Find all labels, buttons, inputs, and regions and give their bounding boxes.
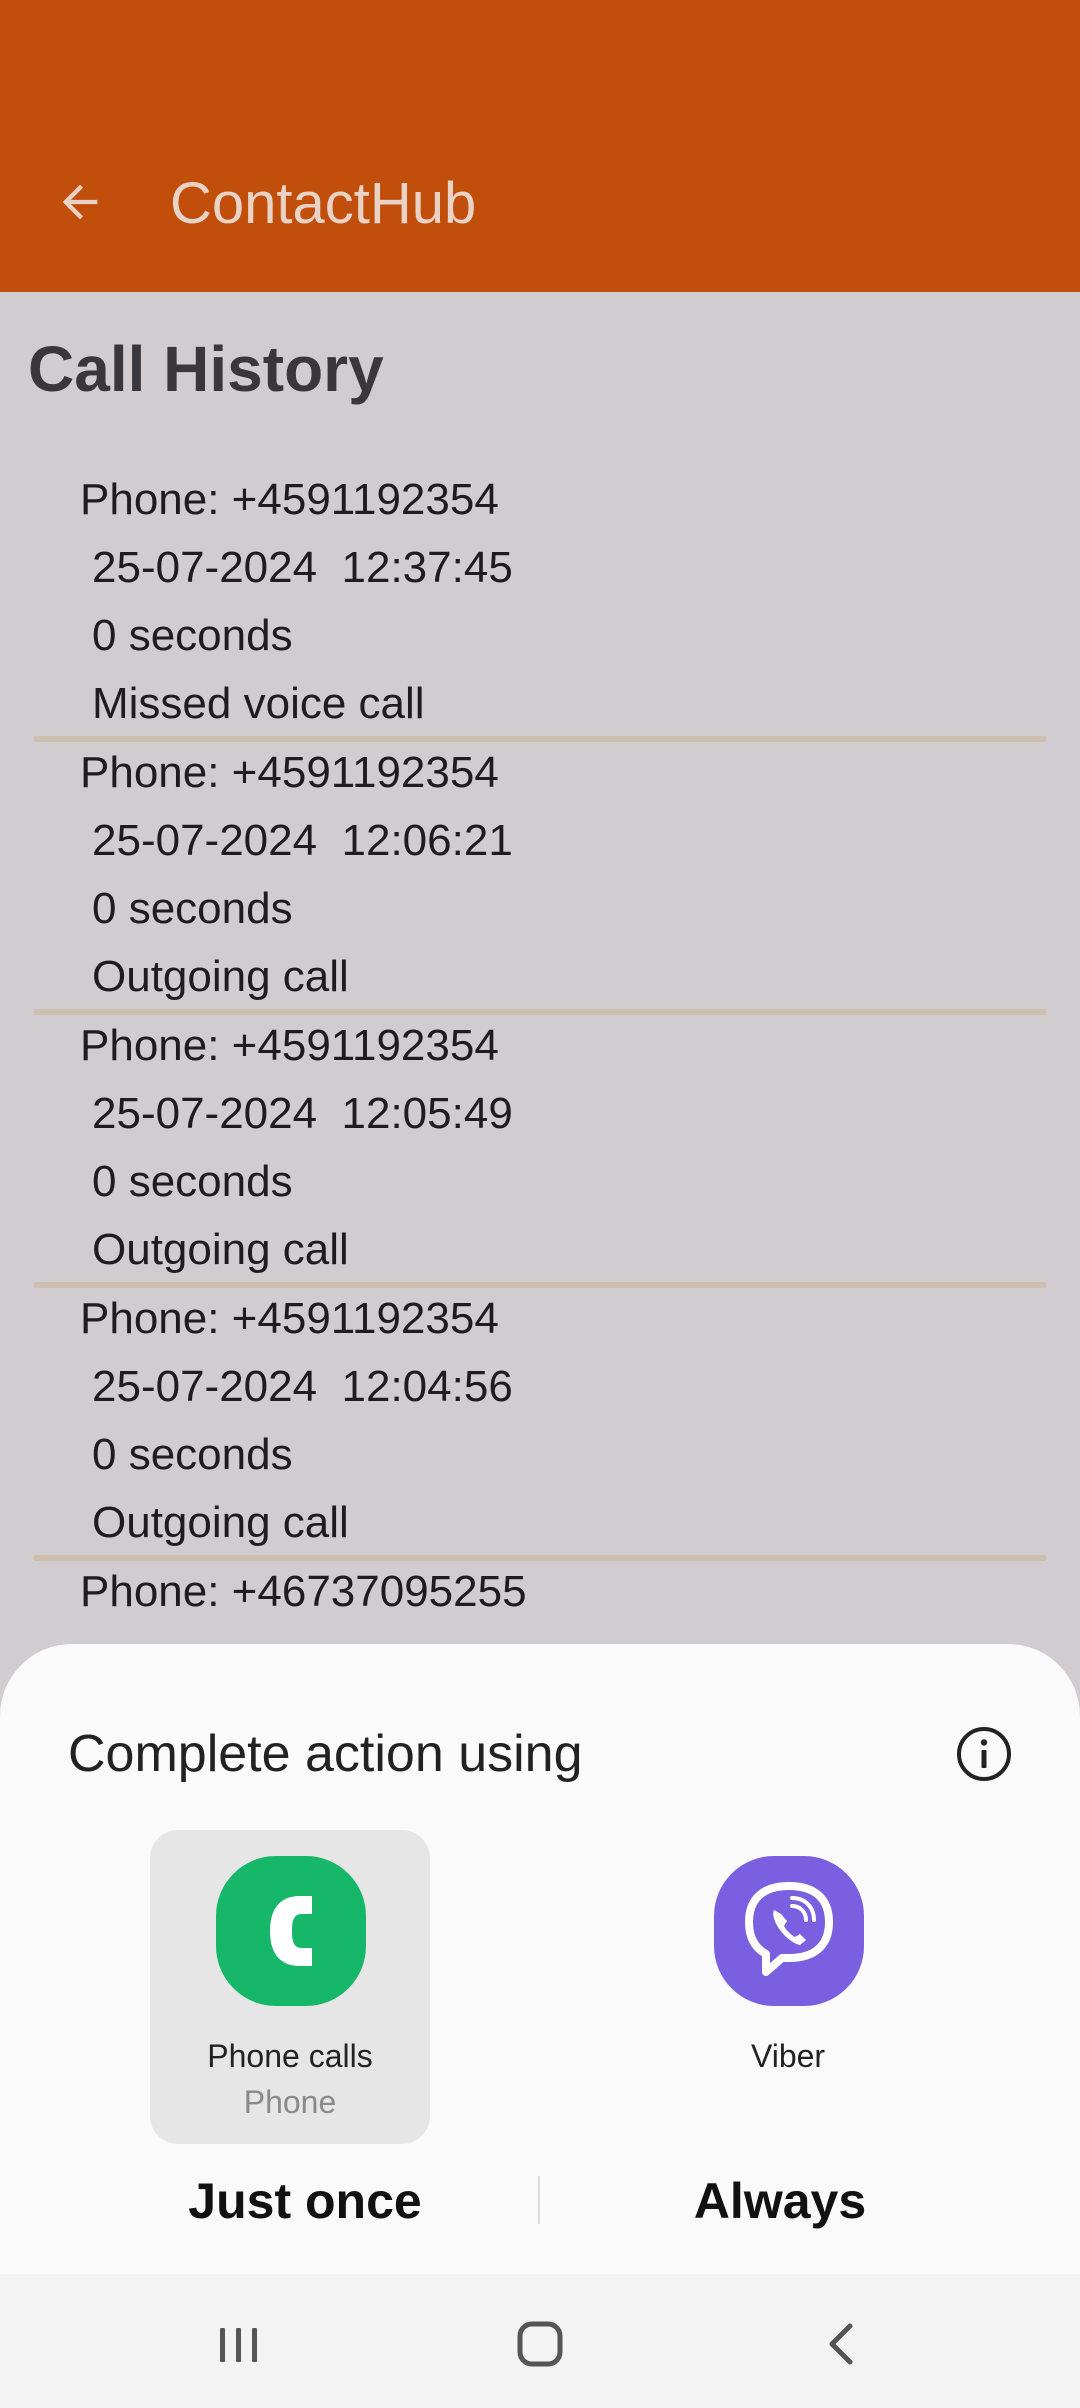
app-option-phone-calls[interactable]: Phone calls Phone: [150, 1830, 430, 2144]
call-phone: Phone: +4591192354: [80, 1294, 499, 1343]
chooser-sheet: Complete action using Phone calls Phone …: [0, 1644, 1080, 2274]
info-button[interactable]: [954, 1724, 1014, 1784]
app-name: Viber: [750, 2038, 826, 2074]
call-entry[interactable]: Phone: +4591192354 25-07-2024 12:05:49 0…: [34, 1018, 1046, 1291]
call-entry[interactable]: Phone: +4591192354 25-07-2024 12:37:45 0…: [34, 472, 1046, 745]
call-datetime: 25-07-2024 12:05:49: [92, 1089, 513, 1138]
viber-icon: [714, 1856, 864, 2006]
call-datetime: 25-07-2024 12:06:21: [92, 816, 513, 865]
page-title: Call History: [28, 333, 384, 405]
call-entry[interactable]: Phone: +4591192354 25-07-2024 12:06:21 0…: [34, 745, 1046, 1018]
call-duration: 0 seconds: [92, 884, 293, 933]
call-datetime: 25-07-2024 12:37:45: [92, 543, 513, 592]
back-icon: [829, 2323, 853, 2365]
divider: [34, 1555, 1046, 1561]
app-title: ContactHub: [170, 171, 477, 236]
app-bar: ContactHub: [0, 0, 1080, 292]
call-type: Outgoing call: [92, 1498, 349, 1547]
recents-button[interactable]: [198, 2304, 278, 2384]
call-phone: Phone: +4591192354: [80, 1021, 499, 1070]
system-nav-bar: [0, 2274, 1080, 2408]
call-list[interactable]: Phone: +4591192354 25-07-2024 12:37:45 0…: [34, 472, 1046, 1644]
button-separator: [538, 2176, 540, 2224]
call-duration: 0 seconds: [92, 1430, 293, 1479]
call-type: Outgoing call: [92, 1225, 349, 1274]
nav-back-button[interactable]: [802, 2304, 882, 2384]
divider: [34, 1009, 1046, 1015]
recents-icon: [220, 2328, 257, 2362]
call-entry[interactable]: Phone: +4591192354 25-07-2024 12:04:56 0…: [34, 1291, 1046, 1564]
always-button[interactable]: Always: [620, 2172, 940, 2230]
back-button[interactable]: [48, 170, 112, 234]
call-type: Missed voice call: [92, 679, 425, 728]
call-duration: 0 seconds: [92, 611, 293, 660]
call-phone: Phone: +46737095255: [80, 1567, 527, 1616]
app-subtitle: Phone: [243, 2084, 337, 2120]
call-phone: Phone: +4591192354: [80, 475, 499, 524]
chooser-title: Complete action using: [68, 1725, 583, 1783]
home-icon: [517, 2321, 563, 2367]
call-datetime: 25-07-2024 12:04:56: [92, 1362, 513, 1411]
just-once-button[interactable]: Just once: [140, 2172, 470, 2230]
arrow-left-icon: [62, 184, 98, 220]
call-type: Outgoing call: [92, 952, 349, 1001]
call-entry[interactable]: Phone: +46737095255: [34, 1564, 1046, 1644]
home-button[interactable]: [500, 2304, 580, 2384]
phone-app-icon: [216, 1856, 366, 2006]
app-name: Phone calls: [207, 2038, 373, 2074]
call-duration: 0 seconds: [92, 1157, 293, 1206]
info-icon: [957, 1727, 1011, 1781]
call-phone: Phone: +4591192354: [80, 748, 499, 797]
call-history-screen: Call History Phone: +4591192354 25-07-20…: [0, 292, 1080, 1644]
divider: [34, 736, 1046, 742]
divider: [34, 1282, 1046, 1288]
app-option-viber[interactable]: Viber: [648, 1830, 928, 2144]
